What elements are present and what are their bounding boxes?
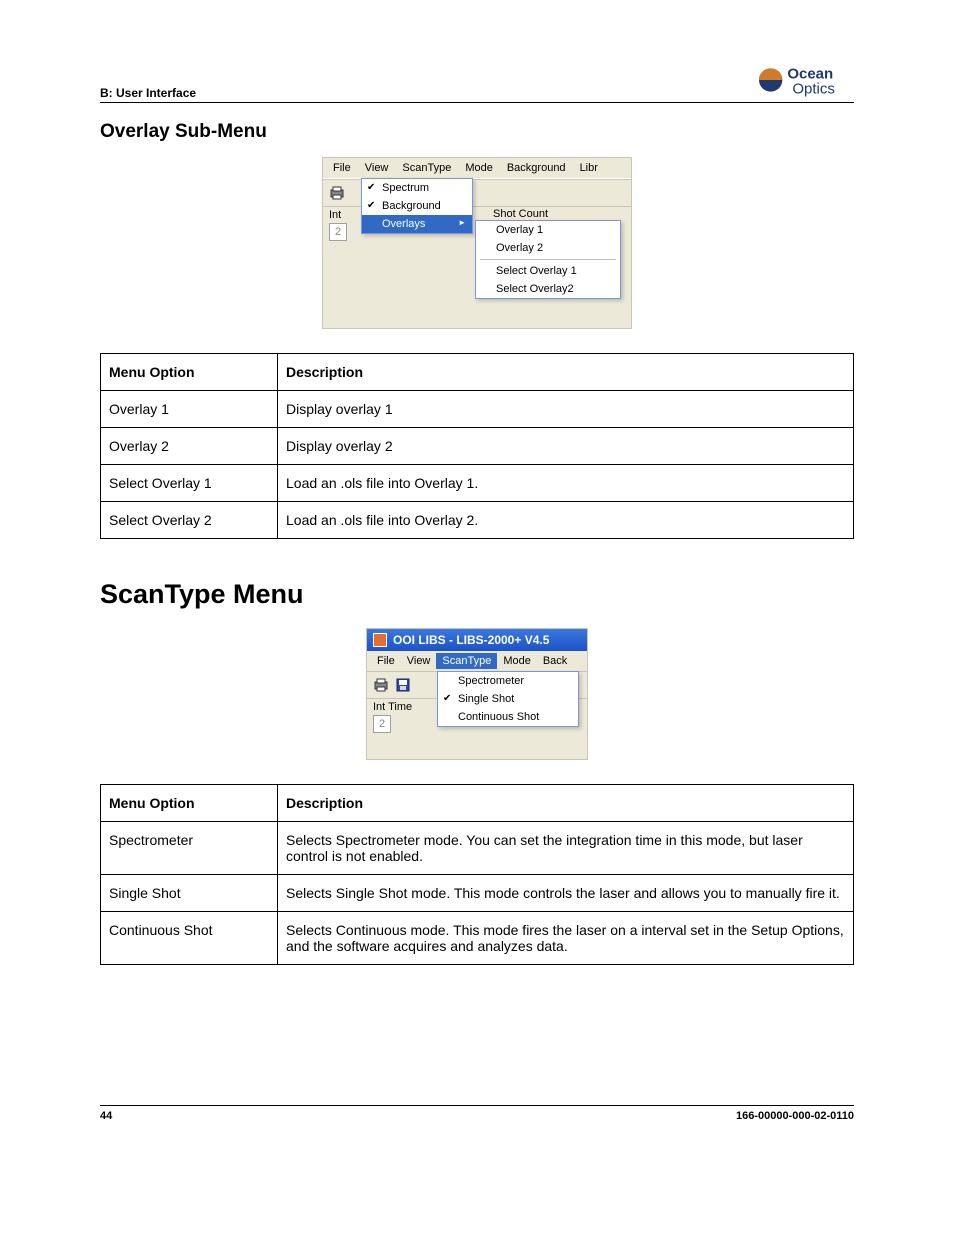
doc-number: 166-00000-000-02-0110 [736,1110,854,1122]
menu-view[interactable]: View [401,653,437,669]
screenshot-scantype-menu: OOI LIBS - LIBS-2000+ V4.5 File View Sca… [366,628,588,760]
window-titlebar: OOI LIBS - LIBS-2000+ V4.5 [367,629,587,651]
separator [480,259,616,260]
print-icon[interactable] [373,677,389,693]
save-icon[interactable] [395,677,411,693]
cell-desc: Load an .ols file into Overlay 1. [278,465,854,502]
numbox[interactable]: 2 [329,223,347,241]
cell-option: Select Overlay 1 [101,465,278,502]
shot-count-label: Shot Count [493,208,548,220]
menuitem-select-overlay2[interactable]: Select Overlay2 [476,280,620,298]
menuitem-single-shot[interactable]: Single Shot [438,690,578,708]
table-row: Continuous Shot Selects Continuous mode.… [101,912,854,965]
menu-libr[interactable]: Libr [574,160,604,176]
th-option: Menu Option [101,785,278,822]
page-number: 44 [100,1110,112,1122]
cell-option: Select Overlay 2 [101,502,278,539]
print-icon[interactable] [329,185,345,201]
svg-text:Optics: Optics [792,80,835,97]
page-header: B: User Interface Ocean Optics [100,60,854,103]
numbox[interactable]: 2 [373,715,391,733]
table-row: Single Shot Selects Single Shot mode. Th… [101,875,854,912]
menuitem-overlay2[interactable]: Overlay 2 [476,239,620,257]
menubar: File View ScanType Mode Back [367,651,587,671]
int-time-label: Int Time [373,701,412,713]
menu-mode[interactable]: Mode [459,160,499,176]
table-row: Spectrometer Selects Spectrometer mode. … [101,822,854,875]
cell-desc: Selects Spectrometer mode. You can set t… [278,822,854,875]
ocean-optics-logo: Ocean Optics [754,60,854,100]
menu-file[interactable]: File [327,160,357,176]
cell-desc: Selects Single Shot mode. This mode cont… [278,875,854,912]
screenshot-overlay-submenu: File View ScanType Mode Background Libr … [322,157,632,329]
menuitem-background[interactable]: Background [362,197,472,215]
window-title: OOI LIBS - LIBS-2000+ V4.5 [393,633,549,647]
th-option: Menu Option [101,354,278,391]
table-row: Select Overlay 1 Load an .ols file into … [101,465,854,502]
cell-option: Continuous Shot [101,912,278,965]
scantype-dropdown: Spectrometer Single Shot Continuous Shot [437,671,579,727]
overlays-submenu: Overlay 1 Overlay 2 Select Overlay 1 Sel… [475,220,621,299]
table-row: Overlay 1 Display overlay 1 [101,391,854,428]
cell-option: Overlay 2 [101,428,278,465]
cell-desc: Load an .ols file into Overlay 2. [278,502,854,539]
cell-desc: Display overlay 2 [278,428,854,465]
window-icon [373,633,387,647]
menuitem-overlays[interactable]: Overlays [362,215,472,233]
menu-view[interactable]: View [359,160,395,176]
menuitem-spectrum[interactable]: Spectrum [362,179,472,197]
view-dropdown: Spectrum Background Overlays [361,178,473,234]
cell-option: Single Shot [101,875,278,912]
heading-overlay-submenu: Overlay Sub-Menu [100,121,854,143]
menu-scantype[interactable]: ScanType [396,160,457,176]
menuitem-continuous-shot[interactable]: Continuous Shot [438,708,578,726]
menu-mode[interactable]: Mode [497,653,537,669]
menu-background[interactable]: Background [501,160,572,176]
cell-option: Overlay 1 [101,391,278,428]
menuitem-select-overlay1[interactable]: Select Overlay 1 [476,262,620,280]
menuitem-spectrometer[interactable]: Spectrometer [438,672,578,690]
heading-scantype-menu: ScanType Menu [100,579,854,610]
menuitem-overlay1[interactable]: Overlay 1 [476,221,620,239]
th-desc: Description [278,354,854,391]
menu-scantype[interactable]: ScanType [436,653,497,669]
int-label: Int [329,209,341,221]
cell-desc: Selects Continuous mode. This mode fires… [278,912,854,965]
cell-option: Spectrometer [101,822,278,875]
header-section-label: B: User Interface [100,86,196,100]
table-row: Overlay 2 Display overlay 2 [101,428,854,465]
overlay-table: Menu Option Description Overlay 1 Displa… [100,353,854,539]
page-footer: 44 166-00000-000-02-0110 [100,1105,854,1122]
table-row: Select Overlay 2 Load an .ols file into … [101,502,854,539]
cell-desc: Display overlay 1 [278,391,854,428]
menubar: File View ScanType Mode Background Libr [323,158,631,179]
menu-back[interactable]: Back [537,653,573,669]
th-desc: Description [278,785,854,822]
menu-file[interactable]: File [371,653,401,669]
scantype-table: Menu Option Description Spectrometer Sel… [100,784,854,965]
